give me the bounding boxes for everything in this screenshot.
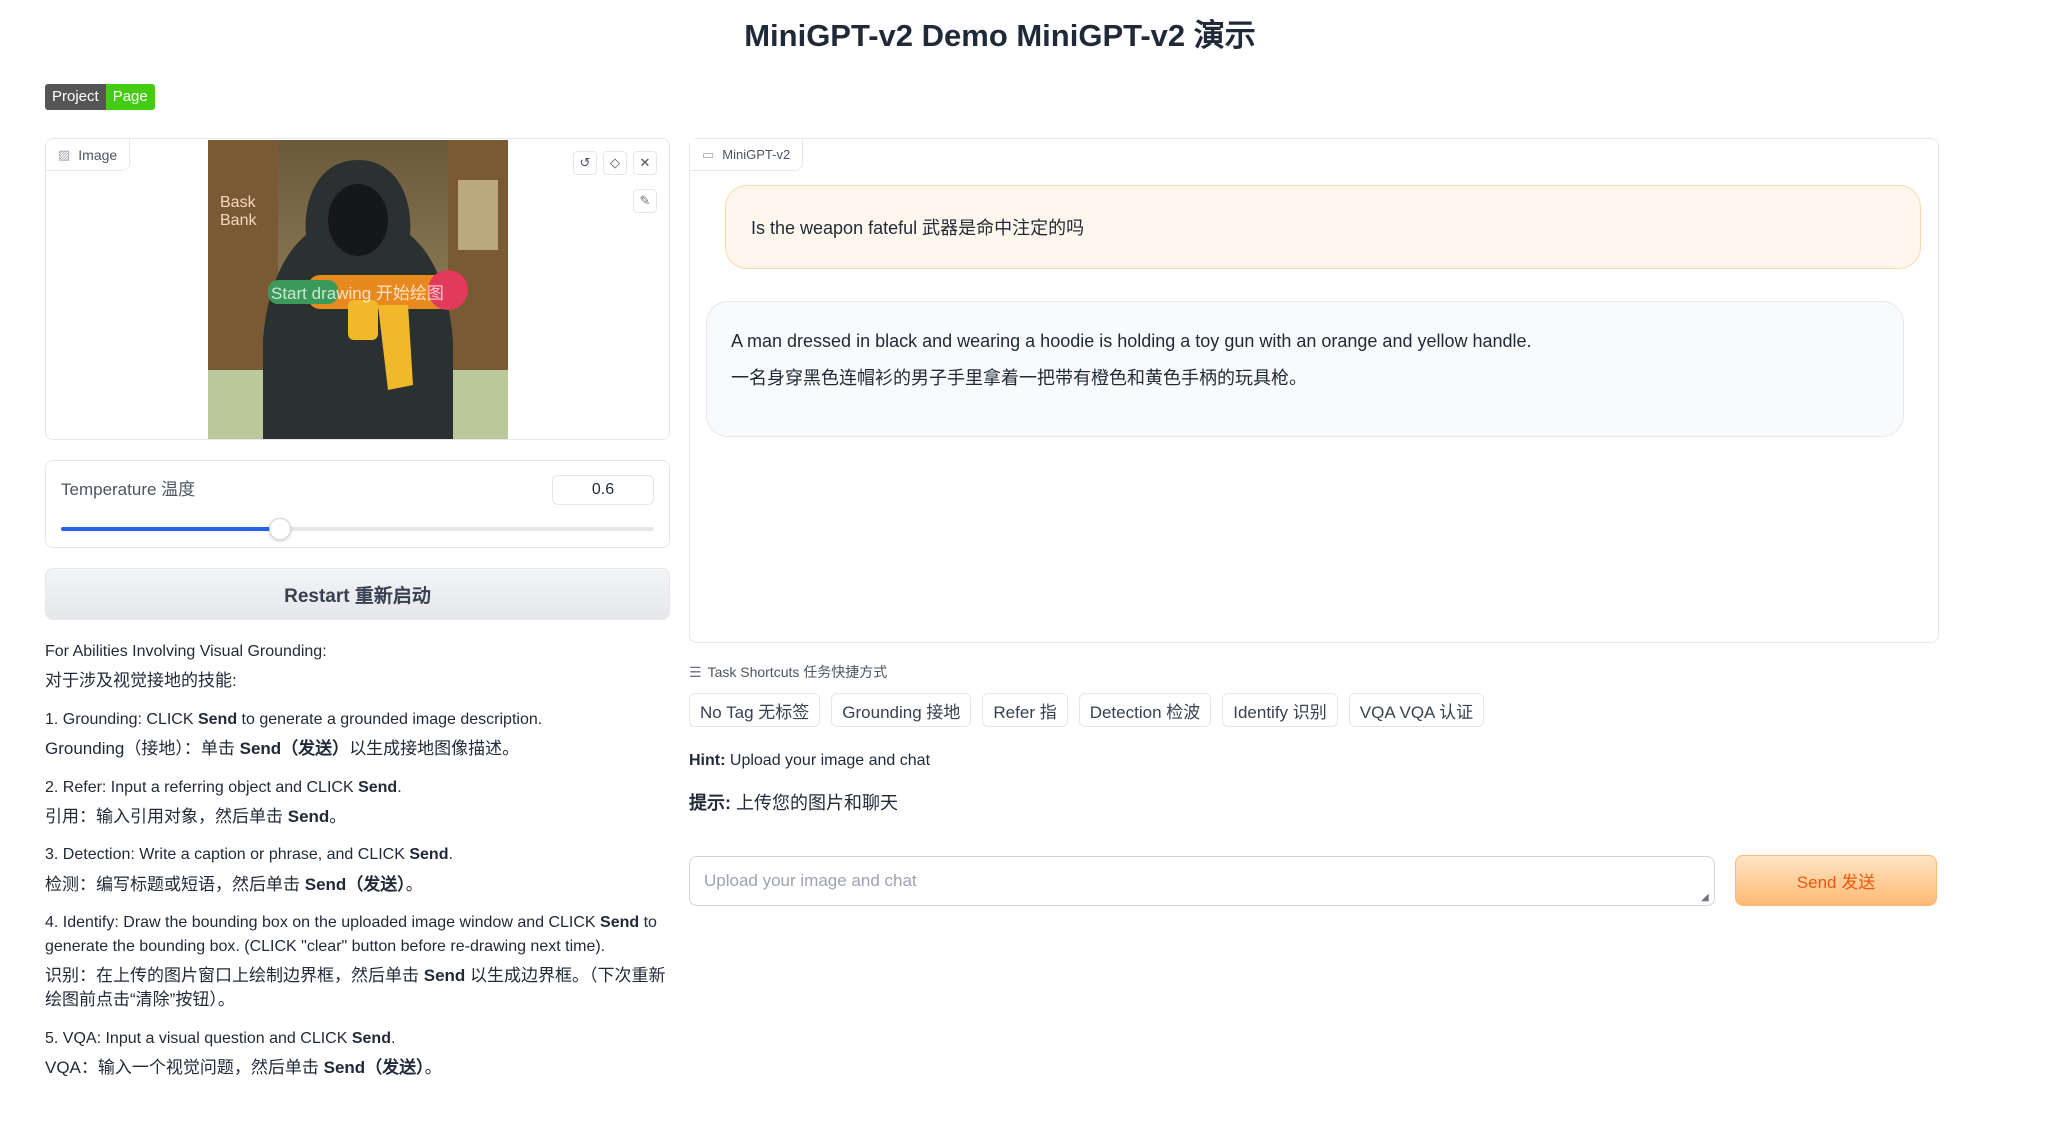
instructions-intro-en: For Abilities Involving Visual Grounding… <box>45 643 327 660</box>
restart-button[interactable]: Restart 重新启动 <box>45 568 670 620</box>
chat-input[interactable] <box>689 856 1715 906</box>
eraser-button[interactable]: ◇ <box>603 151 627 175</box>
shortcut-no-tag[interactable]: No Tag 无标签 <box>689 693 821 727</box>
image-icon: ▨ <box>58 146 71 162</box>
shortcut-grounding[interactable]: Grounding 接地 <box>831 693 972 727</box>
shortcut-refer[interactable]: Refer 指 <box>982 693 1068 727</box>
user-message: Is the weapon fateful 武器是命中注定的吗 <box>725 185 1921 269</box>
temperature-slider[interactable] <box>61 517 654 541</box>
shortcut-identify[interactable]: Identify 识别 <box>1222 693 1338 727</box>
refer-zh: 引用：输入引用对象，然后单击 Send。 <box>45 806 347 826</box>
close-icon: ✕ <box>639 155 651 170</box>
identify-en: 4. Identify: Draw the bounding box on th… <box>45 914 657 955</box>
eraser-icon: ◇ <box>610 155 620 170</box>
image-tools: ↺ ◇ ✕ <box>573 151 657 175</box>
bot-message: A man dressed in black and wearing a hoo… <box>706 301 1904 437</box>
vqa-zh: VQA：输入一个视觉问题，然后单击 Send（发送）。 <box>45 1058 442 1078</box>
chat-icon: ▭ <box>702 146 715 162</box>
hint-en: Hint: Upload your image and chat <box>689 752 931 769</box>
photo-sign-text: Bask Bank <box>220 194 257 229</box>
temperature-value-input[interactable]: 0.6 <box>552 475 654 505</box>
list-icon: ☰ <box>689 663 702 680</box>
slider-thumb[interactable] <box>269 518 292 540</box>
badge-left: Project <box>45 84 106 110</box>
bot-message-en: A man dressed in black and wearing a hoo… <box>731 331 1532 351</box>
send-button[interactable]: Send 发送 <box>1735 855 1937 906</box>
chatbot-panel: ▭ MiniGPT-v2 Is the weapon fateful 武器是命中… <box>689 138 1939 643</box>
detection-zh: 检测：编写标题或短语，然后单击 Send（发送）。 <box>45 874 423 894</box>
instructions: For Abilities Involving Visual Grounding… <box>45 640 670 1081</box>
task-shortcuts-label: ☰ Task Shortcuts 任务快捷方式 <box>689 663 888 681</box>
image-panel[interactable]: Bask Bank ▨ Image Start drawing 开始绘图 ↺ ◇… <box>45 138 670 440</box>
chatbot-label: ▭ MiniGPT-v2 <box>690 139 804 171</box>
slider-fill <box>61 527 281 531</box>
undo-button[interactable]: ↺ <box>573 151 597 175</box>
image-label: ▨ Image <box>46 139 131 171</box>
grounding-en: 1. Grounding: CLICK Send to generate a g… <box>45 710 543 728</box>
temperature-panel: Temperature 温度 0.6 <box>45 460 670 548</box>
page-title: MiniGPT-v2 Demo MiniGPT-v2 演示 <box>744 18 1256 53</box>
badge-right: Page <box>105 84 155 110</box>
temperature-label: Temperature 温度 <box>61 480 196 499</box>
instructions-intro-zh: 对于涉及视觉接地的技能: <box>45 671 237 691</box>
grounding-zh: Grounding（接地）：单击 Send（发送）以生成接地图像描述。 <box>45 739 520 759</box>
vqa-en: 5. VQA: Input a visual question and CLIC… <box>45 1029 396 1047</box>
resize-grip-icon[interactable]: ◢ <box>1701 892 1709 903</box>
clear-button[interactable]: ✕ <box>633 151 657 175</box>
shortcut-vqa[interactable]: VQA VQA 认证 <box>1348 693 1485 727</box>
detection-en: 3. Detection: Write a caption or phrase,… <box>45 846 453 864</box>
task-shortcuts: No Tag 无标签 Grounding 接地 Refer 指 Detectio… <box>689 693 1485 727</box>
brush-button[interactable]: ✎ <box>633 189 657 213</box>
shortcut-detection[interactable]: Detection 检波 <box>1078 693 1212 727</box>
brush-icon: ✎ <box>639 193 651 208</box>
identify-zh: 识别：在上传的图片窗口上绘制边界框，然后单击 Send 以生成边界框。（下次重新… <box>45 965 666 1010</box>
refer-en: 2. Refer: Input a referring object and C… <box>45 778 402 796</box>
undo-icon: ↺ <box>579 155 591 170</box>
hint-zh: 提示: 上传您的图片和聊天 <box>689 793 899 813</box>
project-page-badge[interactable]: Project Page <box>45 84 155 110</box>
draw-hint: Start drawing 开始绘图 <box>271 284 444 303</box>
bot-message-zh: 一名身穿黑色连帽衫的男子手里拿着一把带有橙色和黄色手柄的玩具枪。 <box>731 368 1307 388</box>
